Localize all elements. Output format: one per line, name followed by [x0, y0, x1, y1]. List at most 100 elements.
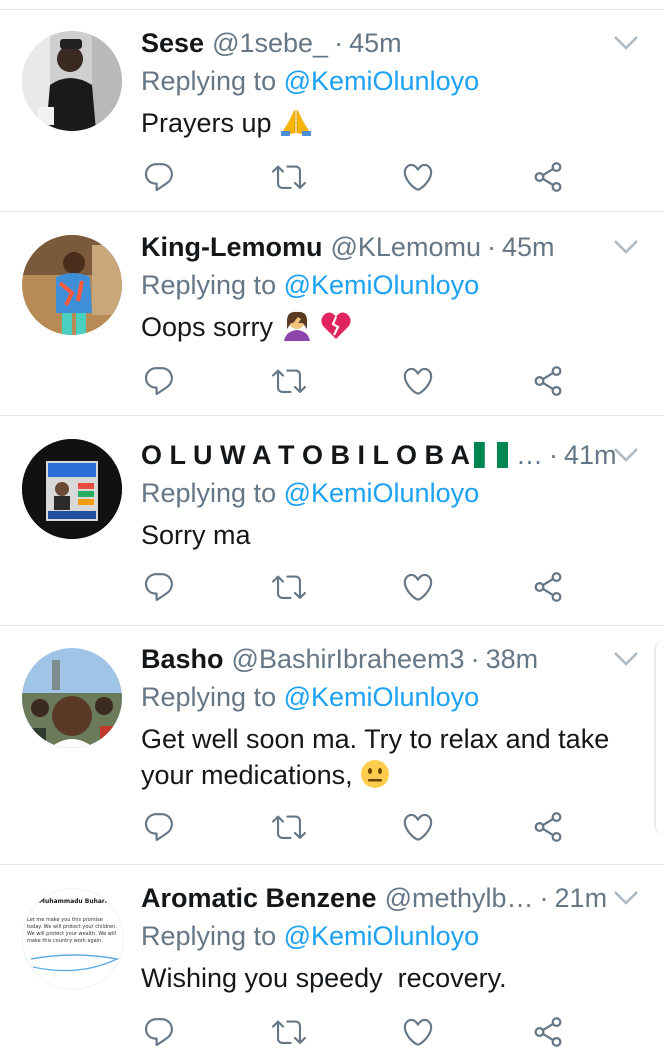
- timestamp[interactable]: 45m: [349, 28, 402, 59]
- avatar-image: Muhammadu Buhari Let me make you this pr…: [23, 889, 123, 989]
- replying-to-link[interactable]: @KemiOlunloyo: [284, 66, 480, 96]
- share-icon[interactable]: [531, 364, 565, 398]
- retweet-icon[interactable]: [272, 364, 306, 398]
- retweet-icon[interactable]: [272, 570, 306, 604]
- avatar[interactable]: [22, 235, 122, 335]
- avatar[interactable]: [22, 648, 122, 748]
- like-icon[interactable]: [401, 364, 435, 398]
- reply-icon[interactable]: [142, 1015, 176, 1049]
- separator-dot: ·: [334, 27, 344, 58]
- replying-to-label: Replying to: [141, 478, 277, 508]
- chevron-down-icon[interactable]: [612, 34, 640, 52]
- reply-icon[interactable]: [142, 160, 176, 194]
- display-name[interactable]: O L U W A T O B I L O B A: [141, 440, 470, 471]
- nigeria-flag-icon: [474, 442, 508, 468]
- tweet-text: Get well soon ma. Try to relax and take …: [141, 721, 631, 793]
- replying-to-link[interactable]: @KemiOlunloyo: [284, 478, 480, 508]
- tweet-header: King-Lemomu @KLemomu · 45m: [141, 230, 555, 264]
- display-name[interactable]: King-Lemomu: [141, 232, 323, 263]
- username[interactable]: @methylb…: [385, 883, 534, 914]
- reply-icon[interactable]: [142, 810, 176, 844]
- display-name[interactable]: Aromatic Benzene: [141, 883, 377, 914]
- tweet-text-line-2: your medications,: [141, 757, 631, 793]
- username[interactable]: @1sebe_: [212, 28, 328, 59]
- username[interactable]: @BashirIbraheem3: [232, 644, 465, 675]
- tweet-text-content: Prayers up: [141, 108, 272, 138]
- timestamp[interactable]: 45m: [502, 232, 555, 263]
- avatar-image: [22, 439, 122, 539]
- separator-dot: ·: [486, 231, 496, 262]
- retweet-icon[interactable]: [272, 1015, 306, 1049]
- avatar[interactable]: [22, 439, 122, 539]
- avatar[interactable]: Muhammadu Buhari Let me make you this pr…: [22, 888, 124, 990]
- tweet-text-content: your medications,: [141, 760, 353, 790]
- display-name[interactable]: Sese: [141, 28, 204, 59]
- replying-to-label: Replying to: [141, 682, 277, 712]
- tweet-text-content: Oops sorry: [141, 312, 274, 342]
- tweet-text-line: Get well soon ma. Try to relax and take: [141, 724, 610, 754]
- like-icon[interactable]: [401, 570, 435, 604]
- like-icon[interactable]: [401, 160, 435, 194]
- avatar-caption-line: today. We will protect your children.: [27, 924, 117, 930]
- share-icon[interactable]: [531, 160, 565, 194]
- replying-to: Replying to @KemiOlunloyo: [141, 478, 479, 509]
- tweet-header: O L U W A T O B I L O B A … · 41m: [141, 438, 617, 472]
- retweet-icon[interactable]: [272, 160, 306, 194]
- replying-to-label: Replying to: [141, 921, 277, 951]
- tweet-text-content: Sorry ma: [141, 520, 251, 550]
- avatar[interactable]: [22, 31, 122, 131]
- separator-dot: ·: [549, 439, 558, 470]
- avatar-image: [22, 31, 122, 131]
- facepalm-emoji-icon: [283, 311, 310, 341]
- replying-to-label: Replying to: [141, 270, 277, 300]
- avatar-scribble: [30, 954, 119, 972]
- retweet-icon[interactable]: [272, 810, 306, 844]
- reply-icon[interactable]: [142, 570, 176, 604]
- pray-emoji-icon: [281, 109, 312, 136]
- avatar-caption-line: make this country work again.: [27, 938, 103, 944]
- tweet-header: Basho @BashirIbraheem3 · 38m: [141, 642, 538, 676]
- tweet-header: Sese @1sebe_ · 45m: [141, 26, 402, 60]
- chevron-down-icon[interactable]: [612, 650, 640, 668]
- username[interactable]: …: [516, 440, 543, 471]
- tweet[interactable]: Sese @1sebe_ · 45m Replying to @KemiOlun…: [0, 10, 664, 212]
- avatar-image: [22, 648, 122, 748]
- timestamp[interactable]: 21m: [555, 883, 608, 914]
- like-icon[interactable]: [401, 1015, 435, 1049]
- reply-icon[interactable]: [142, 364, 176, 398]
- separator-dot: ·: [539, 882, 549, 913]
- username[interactable]: @KLemomu: [331, 232, 481, 263]
- separator-dot: ·: [470, 643, 480, 674]
- share-icon[interactable]: [531, 810, 565, 844]
- tweet-text: Sorry ma: [141, 517, 631, 553]
- avatar-image: [22, 235, 122, 335]
- chevron-down-icon[interactable]: [612, 446, 640, 464]
- display-name[interactable]: Basho: [141, 644, 224, 675]
- scrollbar[interactable]: [654, 640, 664, 835]
- avatar-caption-line: We will protect your wealth. We will: [27, 931, 117, 937]
- like-icon[interactable]: [401, 810, 435, 844]
- replying-to: Replying to @KemiOlunloyo: [141, 682, 479, 713]
- timestamp[interactable]: 38m: [486, 644, 539, 675]
- timestamp[interactable]: 41m: [564, 440, 617, 471]
- tweet-text-content: Wishing you speedy recovery.: [141, 963, 507, 993]
- replying-to: Replying to @KemiOlunloyo: [141, 270, 479, 301]
- tweet-header: Aromatic Benzene @methylb… · 21m: [141, 881, 607, 915]
- share-icon[interactable]: [531, 1015, 565, 1049]
- neutral-face-emoji-icon: [361, 760, 390, 788]
- share-icon[interactable]: [531, 570, 565, 604]
- chevron-down-icon[interactable]: [612, 238, 640, 256]
- tweet[interactable]: King-Lemomu @KLemomu · 45m Replying to @…: [0, 212, 664, 416]
- broken-heart-icon: [321, 312, 351, 339]
- tweet[interactable]: Muhammadu Buhari Let me make you this pr…: [0, 865, 664, 1034]
- tweet[interactable]: Basho @BashirIbraheem3 · 38m Replying to…: [0, 626, 664, 865]
- chevron-down-icon[interactable]: [612, 889, 640, 907]
- replying-to-label: Replying to: [141, 66, 277, 96]
- tweet[interactable]: O L U W A T O B I L O B A … · 41m Replyi…: [0, 416, 664, 626]
- avatar-caption-line: Let me make you this promise: [27, 917, 103, 923]
- replying-to-link[interactable]: @KemiOlunloyo: [284, 270, 480, 300]
- replying-to-link[interactable]: @KemiOlunloyo: [284, 682, 480, 712]
- tweet-text: Wishing you speedy recovery.: [141, 960, 631, 996]
- avatar-caption-title: Muhammadu Buhari: [39, 898, 107, 905]
- replying-to-link[interactable]: @KemiOlunloyo: [284, 921, 480, 951]
